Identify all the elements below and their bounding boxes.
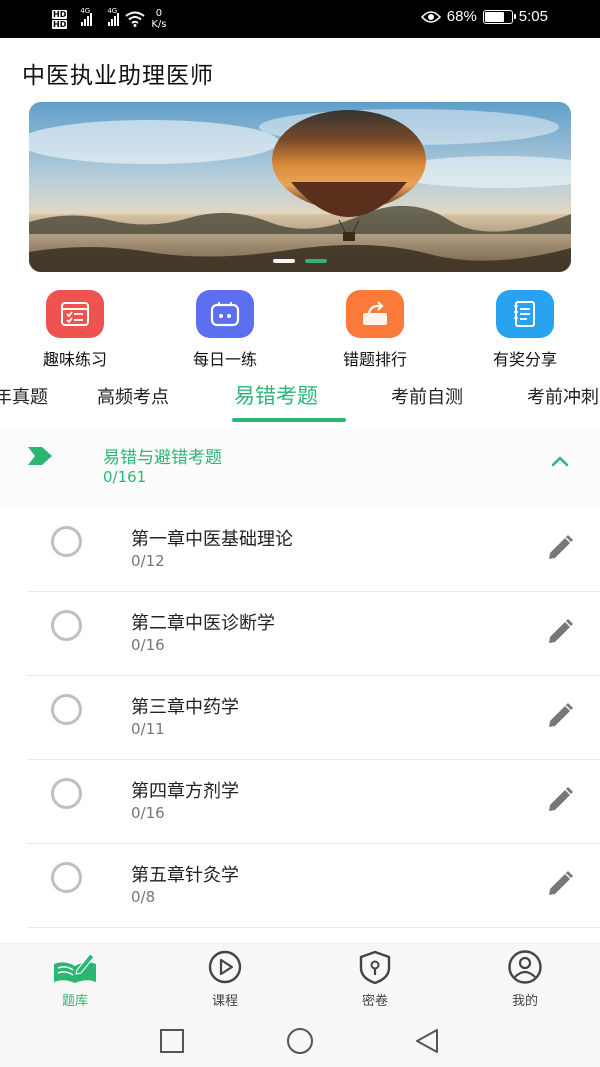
radio-button[interactable] xyxy=(51,778,82,809)
chapter-list: 第一章中医基础理论 0/12 第二章中医诊断学 0/16 第三章中药学 0/11… xyxy=(0,508,600,928)
banner-carousel[interactable] xyxy=(29,102,571,272)
section-progress: 0/161 xyxy=(103,468,147,486)
tab-error-prone[interactable]: 易错考题 xyxy=(234,380,318,410)
quick-actions: 趣味练习 每日一练 错题排行 有奖分享 xyxy=(0,290,600,370)
banner-image xyxy=(29,102,571,272)
battery-percent: 68% xyxy=(446,8,477,25)
list-item[interactable]: 第三章中药学 0/11 xyxy=(0,676,600,760)
share-icon xyxy=(496,290,554,338)
quick-action-ranking[interactable]: 错题排行 xyxy=(315,290,435,370)
quick-action-share[interactable]: 有奖分享 xyxy=(465,290,585,370)
hd-indicator: HD HD xyxy=(52,9,68,29)
chapter-name: 第二章中医诊断学 xyxy=(131,613,275,634)
category-tabs: 年真题 高频考点 易错考题 考前自测 考前冲刺 xyxy=(0,375,600,423)
quick-action-label: 错题排行 xyxy=(342,350,407,369)
chapter-progress: 0/12 xyxy=(131,552,165,570)
ranking-icon xyxy=(346,290,404,338)
tab-past-exams[interactable]: 年真题 xyxy=(0,383,48,409)
chapter-progress: 0/16 xyxy=(131,804,165,822)
quick-action-daily[interactable]: 每日一练 xyxy=(165,290,285,370)
pencil-icon[interactable] xyxy=(546,618,574,646)
active-tab-indicator xyxy=(232,418,346,422)
tab-sprint[interactable]: 考前冲刺 xyxy=(527,383,599,409)
carousel-dot[interactable] xyxy=(273,259,295,263)
status-bar: HD HD 4G 4G 0 K/s 68% 5:05 xyxy=(0,0,600,38)
quick-action-label: 趣味练习 xyxy=(42,350,107,369)
hd-label-1: HD xyxy=(52,9,68,19)
chapter-name: 第四章方剂学 xyxy=(131,781,239,802)
nav-label: 课程 xyxy=(211,994,238,1009)
daily-icon xyxy=(196,290,254,338)
wifi-icon xyxy=(125,11,145,27)
network-type-2: 4G xyxy=(107,7,118,15)
chapter-name: 第五章针灸学 xyxy=(131,865,239,886)
status-right: 68% 5:05 xyxy=(420,8,548,25)
quick-action-label: 有奖分享 xyxy=(492,350,557,369)
secret-paper-icon xyxy=(359,950,391,985)
nav-courses[interactable]: 课程 xyxy=(180,950,270,1009)
chapter-progress: 0/8 xyxy=(131,888,156,906)
back-icon[interactable] xyxy=(413,1028,441,1056)
section-title: 易错与避错考题 xyxy=(103,448,222,468)
divider xyxy=(28,927,600,928)
speed-value: 0 xyxy=(155,8,163,19)
system-nav-bar xyxy=(0,1013,600,1067)
page-title: 中医执业助理医师 xyxy=(22,63,214,89)
bottom-nav: 题库 课程 密卷 我的 xyxy=(0,943,600,1013)
list-item[interactable]: 第一章中医基础理论 0/12 xyxy=(0,508,600,592)
nav-label: 密卷 xyxy=(361,994,388,1009)
play-icon xyxy=(208,950,242,984)
pencil-icon[interactable] xyxy=(546,870,574,898)
chapter-name: 第三章中药学 xyxy=(131,697,239,718)
carousel-dot[interactable] xyxy=(305,259,327,263)
radio-button[interactable] xyxy=(51,526,82,557)
pencil-icon[interactable] xyxy=(546,534,574,562)
pencil-icon[interactable] xyxy=(546,786,574,814)
signal-icon-1: 4G xyxy=(80,7,93,26)
speed-unit: K/s xyxy=(151,19,167,30)
radio-button[interactable] xyxy=(51,610,82,641)
chapter-progress: 0/16 xyxy=(131,636,165,654)
status-left: HD HD 4G 4G 0 K/s xyxy=(52,6,166,32)
pencil-icon[interactable] xyxy=(546,702,574,730)
nav-profile[interactable]: 我的 xyxy=(480,950,570,1009)
nav-question-bank[interactable]: 题库 xyxy=(30,950,120,1009)
nav-label: 题库 xyxy=(61,994,88,1009)
quiz-icon xyxy=(46,290,104,338)
list-item[interactable]: 第二章中医诊断学 0/16 xyxy=(0,592,600,676)
radio-button[interactable] xyxy=(51,862,82,893)
radio-button[interactable] xyxy=(51,694,82,725)
tab-self-test[interactable]: 考前自测 xyxy=(391,383,463,409)
list-item[interactable]: 第五章针灸学 0/8 xyxy=(0,844,600,928)
chapter-name: 第一章中医基础理论 xyxy=(131,529,293,550)
clock: 5:05 xyxy=(518,8,548,25)
question-bank-icon xyxy=(54,953,96,983)
battery-icon xyxy=(482,9,516,24)
profile-icon xyxy=(508,950,542,984)
network-type-1: 4G xyxy=(80,7,91,15)
eye-icon xyxy=(420,10,441,23)
chevron-up-icon[interactable] xyxy=(550,454,570,468)
list-item[interactable]: 第四章方剂学 0/16 xyxy=(0,760,600,844)
hd-label-2: HD xyxy=(52,19,68,29)
chapter-progress: 0/11 xyxy=(131,720,165,738)
section-flag-icon xyxy=(28,447,52,465)
battery-fill xyxy=(484,11,504,22)
carousel-dots xyxy=(29,259,571,263)
recent-apps-icon[interactable] xyxy=(159,1028,185,1054)
quick-action-label: 每日一练 xyxy=(192,350,257,369)
quick-action-quiz[interactable]: 趣味练习 xyxy=(15,290,135,370)
signal-icon-2: 4G xyxy=(107,7,120,26)
nav-secret-paper[interactable]: 密卷 xyxy=(330,950,420,1009)
nav-label: 我的 xyxy=(511,994,538,1009)
network-speed: 0 K/s xyxy=(151,8,166,30)
tab-high-frequency[interactable]: 高频考点 xyxy=(97,383,169,409)
home-icon[interactable] xyxy=(286,1028,314,1056)
section-header[interactable]: 易错与避错考题 0/161 xyxy=(0,428,600,508)
